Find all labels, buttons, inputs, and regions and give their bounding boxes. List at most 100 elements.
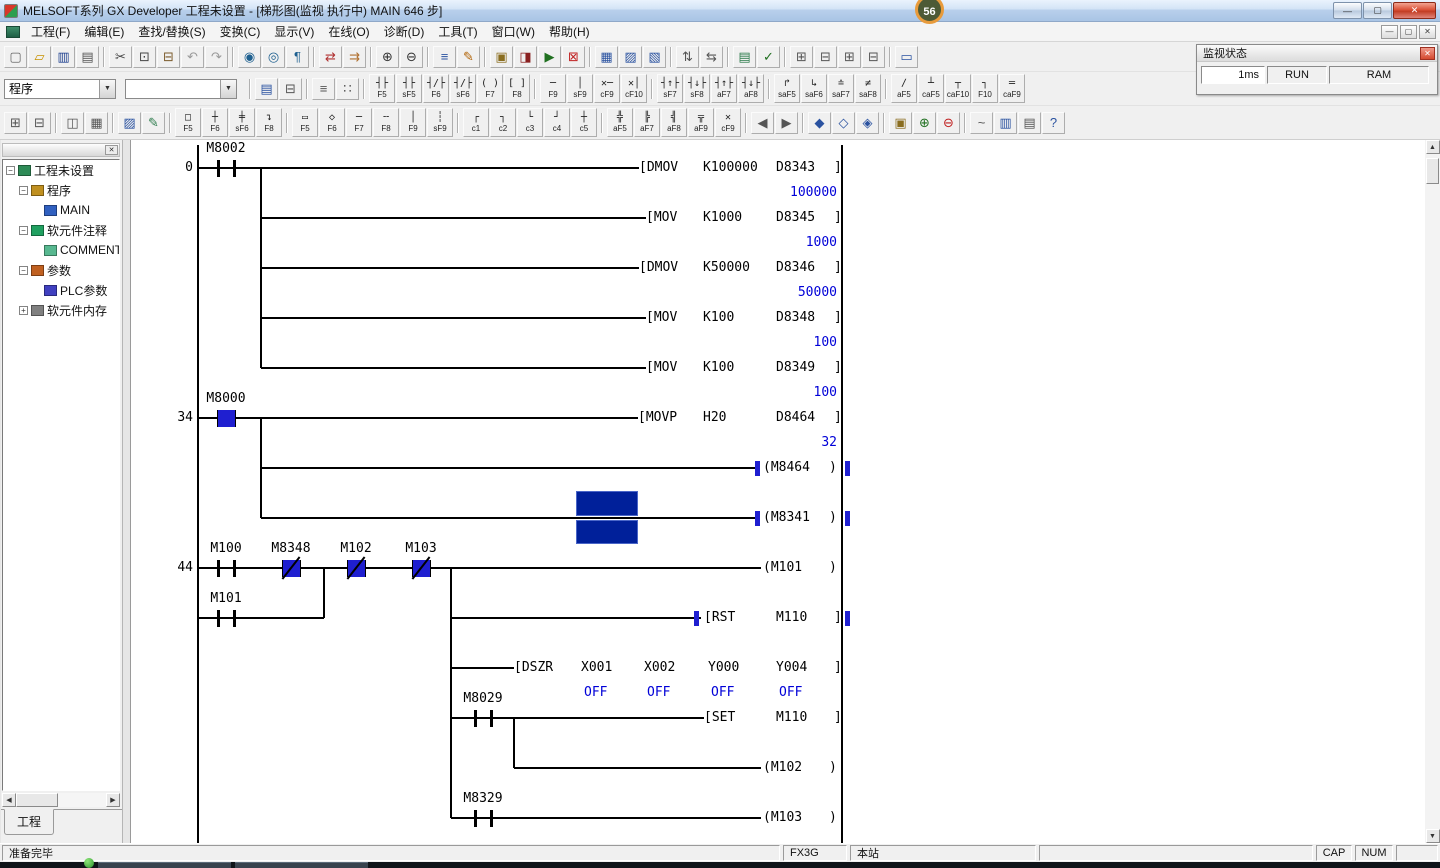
- menu-help[interactable]: 帮助(H): [542, 21, 597, 42]
- scroll-down-icon[interactable]: ▼: [1426, 829, 1440, 843]
- op-result-falling-button[interactable]: ↳saF6: [801, 74, 827, 103]
- zoom-in-button[interactable]: ⊕: [376, 46, 399, 68]
- convert-block-button[interactable]: ┴caF5: [918, 74, 944, 103]
- program-check-button[interactable]: ✓: [757, 46, 780, 68]
- bookmark-set-button[interactable]: ◆: [808, 112, 831, 134]
- menu-diagnostics[interactable]: 诊断(D): [377, 21, 432, 42]
- sfc-transition-button[interactable]: ┼F6: [202, 108, 228, 137]
- split-window-button[interactable]: ◫: [61, 112, 84, 134]
- ladder-editor[interactable]: 0M8002[DMOVK100000D8343]100000[MOVK1000D…: [130, 140, 1425, 843]
- ladder-mode-button[interactable]: ≡: [312, 78, 335, 100]
- tree-item-comment[interactable]: COMMENT: [3, 240, 119, 260]
- panel-header[interactable]: ✕: [2, 143, 120, 157]
- tree-item-comment-folder[interactable]: −软元件注释: [3, 220, 119, 240]
- start-button[interactable]: [84, 858, 94, 868]
- chevron-down-icon[interactable]: ▼: [220, 80, 236, 98]
- mdi-close-button[interactable]: ✕: [1419, 25, 1436, 39]
- tree-item-device-memory[interactable]: +软元件内存: [3, 300, 119, 320]
- open-contact-button[interactable]: ┤├F5: [369, 74, 395, 103]
- monitor-close-button[interactable]: ✕: [1420, 47, 1435, 60]
- menu-window[interactable]: 窗口(W): [485, 21, 542, 42]
- scroll-up-icon[interactable]: ▲: [1426, 140, 1440, 154]
- sfc-delete-line-button[interactable]: ✕cF9: [715, 108, 741, 137]
- comment-display-button[interactable]: ✎: [457, 46, 480, 68]
- collapse-icon[interactable]: −: [6, 166, 15, 175]
- forced-on-button[interactable]: ⊕: [913, 112, 936, 134]
- collapse-icon[interactable]: −: [19, 266, 28, 275]
- closed-contact-button[interactable]: ┤/├F6: [423, 74, 449, 103]
- device-test-button[interactable]: ▣: [889, 112, 912, 134]
- sfc-alt-3-button[interactable]: ╣aF8: [661, 108, 687, 137]
- horizontal-scrollbar[interactable]: ◀ ▶: [2, 793, 120, 807]
- save-project-button[interactable]: ▥: [52, 46, 75, 68]
- op-result-rising-button[interactable]: ↱saF5: [774, 74, 800, 103]
- sort-ascending-button[interactable]: ⇅: [676, 46, 699, 68]
- find-instruction-button[interactable]: ◎: [262, 46, 285, 68]
- sfc-step-button[interactable]: □F5: [175, 108, 201, 137]
- parallel-rising-pulse-button[interactable]: ┤↑├aF7: [711, 74, 737, 103]
- not-equal-compare-button[interactable]: ≠saF8: [855, 74, 881, 103]
- tree-item-parameter-folder[interactable]: −参数: [3, 260, 119, 280]
- chevron-down-icon[interactable]: ▼: [99, 80, 115, 98]
- scrollbar-thumb[interactable]: [16, 793, 58, 807]
- menu-tools[interactable]: 工具(T): [431, 21, 484, 42]
- find-next-button[interactable]: ▶: [775, 112, 798, 134]
- line-erase-button[interactable]: ┆sF9: [427, 108, 453, 137]
- data-name-combo[interactable]: ▼: [125, 79, 237, 99]
- connect-line-2-button[interactable]: ┐c2: [490, 108, 516, 137]
- menu-online[interactable]: 在线(O): [321, 21, 376, 42]
- device-memory-button[interactable]: ▨: [118, 112, 141, 134]
- sfc-alt-1-button[interactable]: ╬aF5: [607, 108, 633, 137]
- close-button[interactable]: ✕: [1393, 2, 1436, 19]
- menu-convert[interactable]: 变换(C): [213, 21, 268, 42]
- tree-item-main[interactable]: MAIN: [3, 200, 119, 220]
- tree-item-project-root[interactable]: −工程未设置: [3, 160, 119, 180]
- sfc-mode-button[interactable]: ∷: [336, 78, 359, 100]
- vertical-line-button[interactable]: │sF9: [567, 74, 593, 103]
- panel-close-icon[interactable]: ✕: [105, 145, 118, 155]
- cross-reference-button[interactable]: ⇆: [700, 46, 723, 68]
- menu-project[interactable]: 工程(F): [24, 21, 77, 42]
- scrollbar-thumb[interactable]: [1426, 158, 1439, 184]
- horizontal-line-button[interactable]: ─F9: [540, 74, 566, 103]
- parallel-open-contact-button[interactable]: ┤├sF5: [396, 74, 422, 103]
- device-use-list-button[interactable]: ▤: [733, 46, 756, 68]
- tree-item-program-folder[interactable]: −程序: [3, 180, 119, 200]
- vertical-scrollbar[interactable]: ▲ ▼: [1425, 140, 1440, 843]
- insert-row-button[interactable]: ⊞: [790, 46, 813, 68]
- find-string-button[interactable]: ¶: [286, 46, 309, 68]
- branch-line-button[interactable]: ┐F10: [972, 74, 998, 103]
- paste-button[interactable]: ⊟: [157, 46, 180, 68]
- collapse-icon[interactable]: −: [19, 186, 28, 195]
- equal-compare-button[interactable]: ≐saF7: [828, 74, 854, 103]
- invert-result-button[interactable]: ∕aF5: [891, 74, 917, 103]
- cut-button[interactable]: ✂: [109, 46, 132, 68]
- open-monitor-window-button[interactable]: ▭: [895, 46, 918, 68]
- rule-erase-button[interactable]: ╌F8: [373, 108, 399, 137]
- zoom-out-button[interactable]: ⊖: [400, 46, 423, 68]
- tile-windows-button[interactable]: ▦: [85, 112, 108, 134]
- expand-tree-button[interactable]: ⊞: [4, 112, 27, 134]
- collapse-icon[interactable]: −: [19, 226, 28, 235]
- taskbar-item[interactable]: [98, 862, 231, 868]
- expand-icon[interactable]: +: [19, 306, 28, 315]
- scan-time-button[interactable]: ~: [970, 112, 993, 134]
- new-project-button[interactable]: ▢: [4, 46, 27, 68]
- application-instruction-button[interactable]: [ ]F8: [504, 74, 530, 103]
- minimize-button[interactable]: —: [1333, 2, 1362, 19]
- ladder-block-button[interactable]: ▭F5: [292, 108, 318, 137]
- data-kind-combo[interactable]: 程序▼: [4, 79, 116, 99]
- maximize-button[interactable]: ▢: [1363, 2, 1392, 19]
- scroll-left-icon[interactable]: ◀: [2, 793, 16, 807]
- menu-view[interactable]: 显示(V): [267, 21, 321, 42]
- parallel-closed-contact-button[interactable]: ┤/├sF6: [450, 74, 476, 103]
- convert-button[interactable]: ⇄: [319, 46, 342, 68]
- print-preview-button[interactable]: ▤: [1018, 112, 1041, 134]
- undo-button[interactable]: ↶: [181, 46, 204, 68]
- entry-ladder-monitor-button[interactable]: ▥: [994, 112, 1017, 134]
- mdi-minimize-button[interactable]: —: [1381, 25, 1398, 39]
- collapse-tree-button[interactable]: ⊟: [28, 112, 51, 134]
- monitor-window-titlebar[interactable]: 监视状态 ✕: [1197, 45, 1437, 62]
- print-button[interactable]: ▤: [76, 46, 99, 68]
- convert-all-button[interactable]: ⇉: [343, 46, 366, 68]
